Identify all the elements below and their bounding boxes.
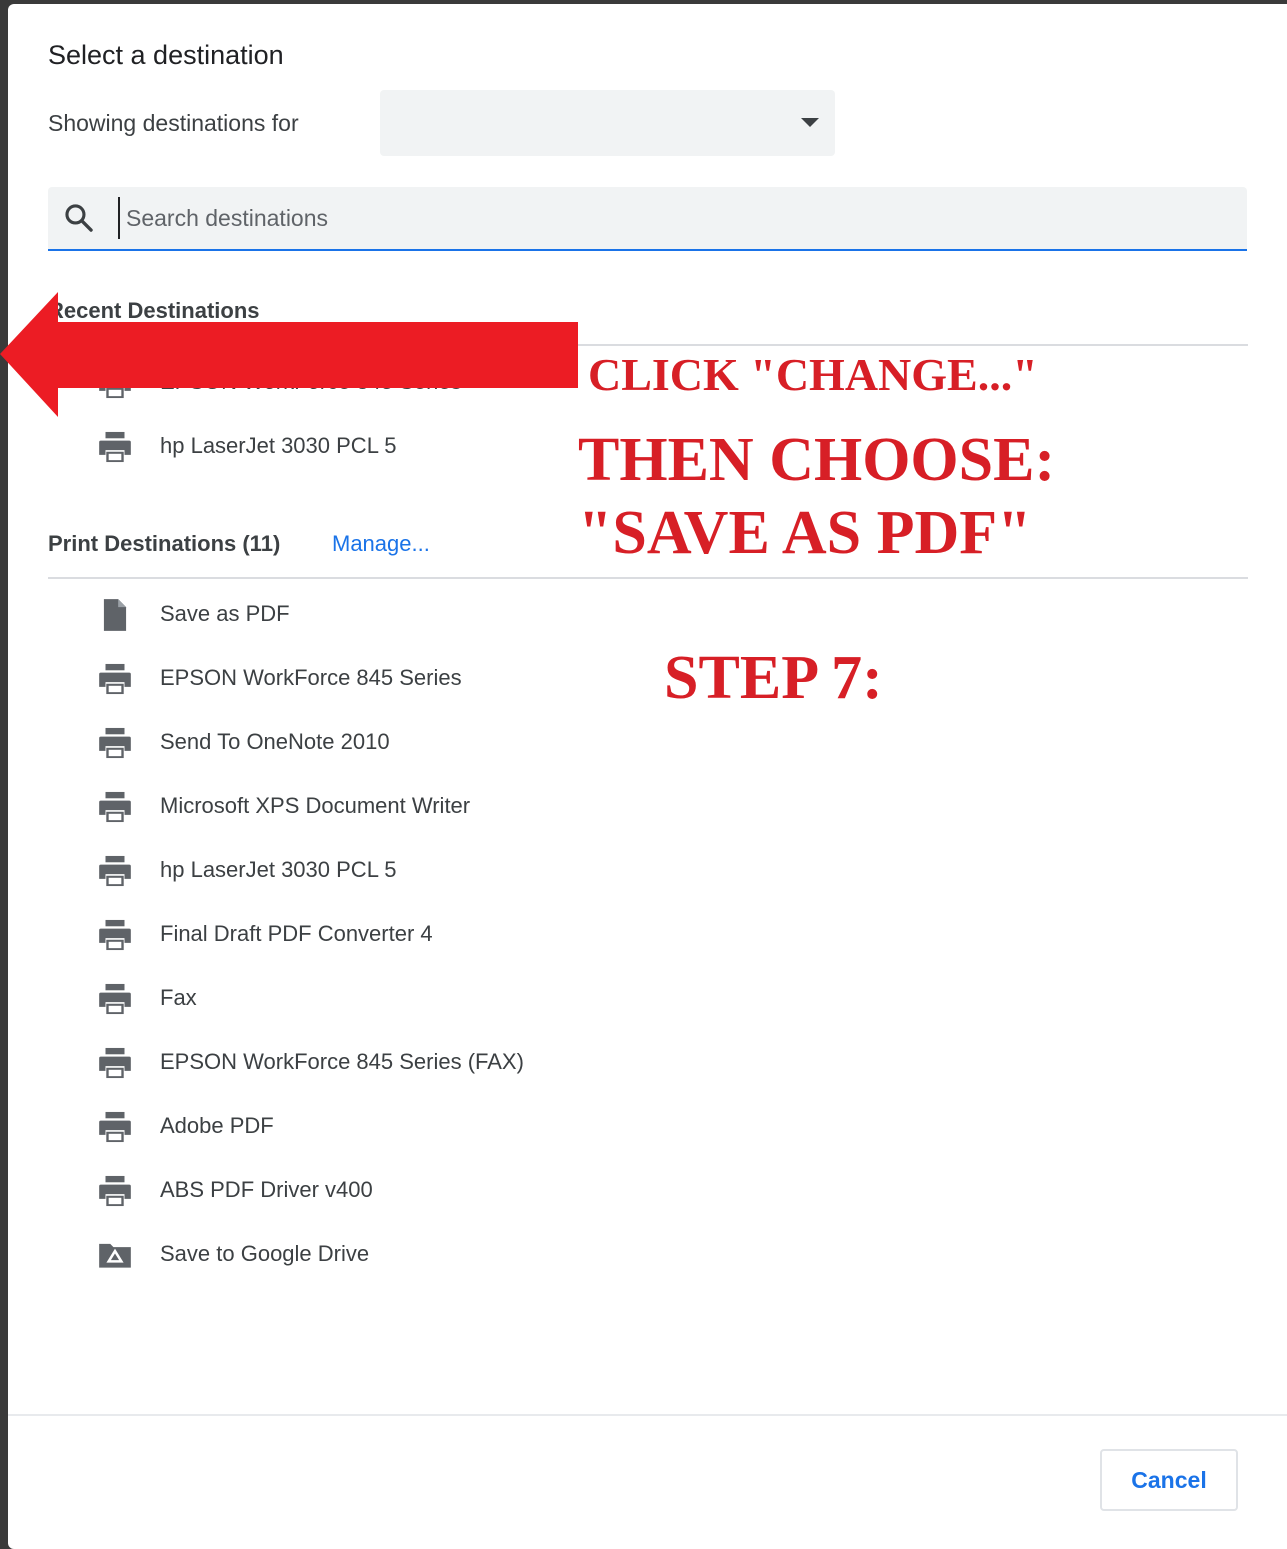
print-destination-item-label: Send To OneNote 2010 [160,729,390,754]
printer-icon [96,852,134,890]
search-icon [65,204,93,232]
print-destination-item[interactable]: EPSON WorkForce 845 Series [96,652,616,704]
print-destination-item-label: Save to Google Drive [160,1241,370,1266]
print-destination-item[interactable]: Save to Google Drive [96,1228,616,1280]
drive-folder-icon [96,1236,134,1274]
recent-destination-item[interactable]: hp LaserJet 3030 PCL 5 [96,420,616,472]
cancel-button[interactable]: Cancel [1100,1449,1238,1511]
print-destination-item-label: ABS PDF Driver v400 [160,1177,373,1202]
print-destination-item-label: Save as PDF [160,601,290,626]
print-destination-item[interactable]: Send To OneNote 2010 [96,716,616,768]
printer-icon [96,660,134,698]
printer-icon [96,1172,134,1210]
print-destination-item[interactable]: Adobe PDF [96,1100,616,1152]
print-destination-item[interactable]: Fax [96,972,616,1024]
print-destination-item-label: EPSON WorkForce 845 Series [160,665,462,690]
manage-link[interactable]: Manage... [332,531,430,557]
annotation-click-change: CLICK "CHANGE..." [588,349,1038,400]
red-arrow-annotation [0,292,578,417]
printer-icon [96,428,134,466]
annotation-step-7: STEP 7: [664,644,883,712]
print-destinations-header: Print Destinations (11) [48,531,281,556]
print-destination-item[interactable]: EPSON WorkForce 845 Series (FAX) [96,1036,616,1088]
print-destination-item-label: hp LaserJet 3030 PCL 5 [160,857,397,882]
print-destination-item-label: Fax [160,985,197,1010]
search-input[interactable] [118,197,1226,239]
print-destination-item-label: Adobe PDF [160,1113,274,1138]
printer-icon [96,916,134,954]
printer-icon [96,1044,134,1082]
annotation-save-as-pdf: "SAVE AS PDF" [578,499,1032,567]
print-destination-item[interactable]: Final Draft PDF Converter 4 [96,908,616,960]
document-icon [96,596,134,634]
print-destination-item-label: EPSON WorkForce 845 Series (FAX) [160,1049,524,1074]
printer-icon [96,980,134,1018]
printer-icon [96,788,134,826]
printer-icon [96,724,134,762]
print-destination-item-label: Microsoft XPS Document Writer [160,793,471,818]
destination-dialog: Select a destination Showing destination… [8,4,1287,1549]
showing-destinations-label: Showing destinations for [48,110,299,136]
annotation-then-choose: THEN CHOOSE: [578,426,1056,494]
caret-down-icon [801,118,819,127]
print-destination-item[interactable]: hp LaserJet 3030 PCL 5 [96,844,616,896]
dialog-title: Select a destination [48,40,284,70]
account-select[interactable] [380,90,835,156]
print-destinations-divider [48,577,1248,579]
print-destination-item[interactable]: ABS PDF Driver v400 [96,1164,616,1216]
print-destination-item[interactable]: Save as PDF [96,588,616,640]
recent-destination-item-label: hp LaserJet 3030 PCL 5 [160,433,397,458]
print-destination-item[interactable]: Microsoft XPS Document Writer [96,780,616,832]
footer-divider [8,1414,1287,1416]
print-destination-item-label: Final Draft PDF Converter 4 [160,921,433,946]
printer-icon [96,1108,134,1146]
search-box[interactable] [48,187,1247,251]
